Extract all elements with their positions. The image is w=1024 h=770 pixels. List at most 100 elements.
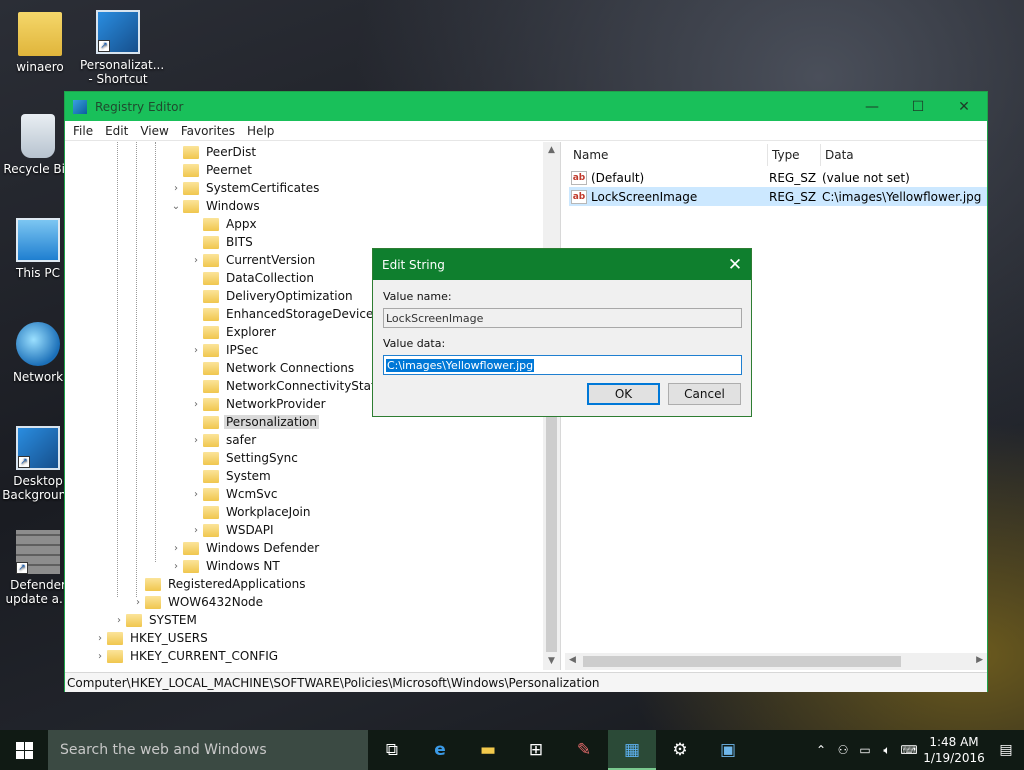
tree-item[interactable]: › Windows NT <box>169 557 282 575</box>
folder-icon <box>203 253 219 267</box>
input-keyboard-icon[interactable]: ⌨ <box>898 743 920 757</box>
start-button[interactable] <box>0 730 48 770</box>
chevron-right-icon[interactable]: › <box>189 345 203 356</box>
chevron-right-icon[interactable]: › <box>189 435 203 446</box>
chevron-right-icon[interactable]: › <box>93 651 107 662</box>
tree-item[interactable]: Peernet <box>169 161 254 179</box>
tree-item[interactable]: DeliveryOptimization <box>189 287 355 305</box>
scroll-up-icon[interactable]: ▲ <box>543 142 560 159</box>
recycle-bin-icon <box>21 114 55 158</box>
paint-app-icon[interactable]: ✎ <box>560 730 608 770</box>
tree-item[interactable]: System <box>189 467 273 485</box>
column-header-type[interactable]: Type <box>772 144 800 166</box>
column-header-data[interactable]: Data <box>825 144 854 166</box>
tree-item[interactable]: BITS <box>189 233 255 251</box>
scroll-down-icon[interactable]: ▼ <box>543 653 560 670</box>
tree-item[interactable]: SettingSync <box>189 449 300 467</box>
tree-item[interactable]: › WOW6432Node <box>131 593 265 611</box>
tree-item[interactable]: › SystemCertificates <box>169 179 321 197</box>
value-row-lockscreenimage[interactable]: ab LockScreenImage REG_SZ C:\images\Yell… <box>569 187 987 206</box>
menu-bar: File Edit View Favorites Help <box>65 121 987 141</box>
tree-item[interactable]: Appx <box>189 215 259 233</box>
tree-item[interactable]: › WSDAPI <box>189 521 276 539</box>
window-titlebar[interactable]: Registry Editor — ☐ ✕ <box>65 92 987 121</box>
volume-icon[interactable]: 🔈︎ <box>876 743 898 758</box>
task-view-icon[interactable]: ⧉ <box>368 730 416 770</box>
tree-item[interactable]: › HKEY_CURRENT_CONFIG <box>93 647 280 665</box>
tree-item[interactable]: Personalization <box>189 413 319 431</box>
chevron-right-icon[interactable]: › <box>93 633 107 644</box>
tree-item[interactable]: › WcmSvc <box>189 485 279 503</box>
tree-item[interactable]: › HKEY_USERS <box>93 629 210 647</box>
tree-item[interactable]: EnhancedStorageDevices <box>189 305 382 323</box>
tree-item[interactable]: Explorer <box>189 323 278 341</box>
scrollbar-thumb[interactable] <box>583 656 901 667</box>
tree-item[interactable]: › SYSTEM <box>112 611 199 629</box>
dialog-titlebar[interactable]: Edit String ✕ <box>373 249 751 280</box>
scrollbar-thumb[interactable] <box>546 402 557 652</box>
windows-logo-icon <box>15 741 33 759</box>
scroll-right-icon[interactable]: ▶ <box>976 655 983 665</box>
tree-item[interactable]: NetworkConnectivityStatusIn <box>189 377 403 395</box>
window-title: Registry Editor <box>95 99 184 114</box>
tree-item[interactable]: Network Connections <box>189 359 356 377</box>
control-panel-icon[interactable]: ▣ <box>704 730 752 770</box>
status-bar-path: Computer\HKEY_LOCAL_MACHINE\SOFTWARE\Pol… <box>65 672 987 692</box>
edge-browser-icon[interactable]: e <box>416 730 464 770</box>
chevron-right-icon[interactable]: › <box>131 597 145 608</box>
chevron-right-icon[interactable]: › <box>169 561 183 572</box>
action-center-icon[interactable]: ▤ <box>988 742 1024 758</box>
value-name-field[interactable]: LockScreenImage <box>383 308 742 328</box>
close-button[interactable]: ✕ <box>941 92 987 121</box>
chevron-right-icon[interactable]: › <box>169 543 183 554</box>
settings-gear-icon[interactable]: ⚙ <box>656 730 704 770</box>
desktop-icon-label: winaero <box>16 60 64 74</box>
tree-item[interactable]: WorkplaceJoin <box>189 503 313 521</box>
ok-button[interactable]: OK <box>587 383 660 405</box>
dialog-close-icon[interactable]: ✕ <box>719 255 751 275</box>
tree-item[interactable]: ⌄ Windows <box>169 197 262 215</box>
store-icon[interactable]: ⊞ <box>512 730 560 770</box>
tree-item[interactable]: › Windows Defender <box>169 539 321 557</box>
tree-item[interactable]: RegisteredApplications <box>131 575 307 593</box>
tree-item[interactable]: › IPSec <box>189 341 260 359</box>
desktop-icon-personalization-shortcut[interactable]: ↗ Personalizat... - Shortcut <box>80 10 164 86</box>
menu-edit[interactable]: Edit <box>99 124 134 138</box>
people-icon[interactable]: ⚇ <box>832 743 854 757</box>
scroll-left-icon[interactable]: ◀ <box>569 655 576 665</box>
cancel-button[interactable]: Cancel <box>668 383 741 405</box>
tree-item[interactable]: PeerDist <box>169 143 258 161</box>
value-row-default[interactable]: ab (Default) REG_SZ (value not set) <box>569 168 987 187</box>
file-explorer-icon[interactable]: ▬ <box>464 730 512 770</box>
clock[interactable]: 1:48 AM 1/19/2016 <box>920 734 988 766</box>
registry-editor-taskbar-icon[interactable]: ▦ <box>608 730 656 770</box>
chevron-right-icon[interactable]: › <box>112 615 126 626</box>
chevron-right-icon[interactable]: › <box>169 183 183 194</box>
menu-help[interactable]: Help <box>241 124 280 138</box>
chevron-right-icon[interactable]: › <box>189 525 203 536</box>
menu-file[interactable]: File <box>67 124 99 138</box>
desktop-icon-winaero[interactable]: winaero <box>2 12 78 74</box>
folder-icon <box>203 397 219 411</box>
tree-item[interactable]: › safer <box>189 431 258 449</box>
tree-item[interactable]: › NetworkProvider <box>189 395 328 413</box>
chevron-right-icon[interactable]: › <box>189 255 203 266</box>
chevron-right-icon[interactable]: › <box>189 399 203 410</box>
taskbar-search-box[interactable]: Search the web and Windows <box>48 730 368 770</box>
chevron-up-icon[interactable]: ⌃ <box>810 743 832 757</box>
tree-item[interactable]: DataCollection <box>189 269 316 287</box>
value-data-input[interactable]: C:\images\Yellowflower.jpg <box>383 355 742 375</box>
tree-item-label: WOW6432Node <box>168 595 264 609</box>
tree-item[interactable]: › CurrentVersion <box>189 251 317 269</box>
column-header-name[interactable]: Name <box>573 144 608 166</box>
values-horizontal-scrollbar[interactable]: ◀ ▶ <box>565 653 987 670</box>
tree-item-label: WorkplaceJoin <box>226 505 311 519</box>
chevron-down-icon[interactable]: ⌄ <box>169 201 183 212</box>
minimize-button[interactable]: — <box>849 92 895 121</box>
maximize-button[interactable]: ☐ <box>895 92 941 121</box>
network-icon[interactable]: ▭ <box>854 743 876 757</box>
tree-item-label: IPSec <box>226 343 259 357</box>
menu-view[interactable]: View <box>134 124 174 138</box>
menu-favorites[interactable]: Favorites <box>175 124 241 138</box>
chevron-right-icon[interactable]: › <box>189 489 203 500</box>
